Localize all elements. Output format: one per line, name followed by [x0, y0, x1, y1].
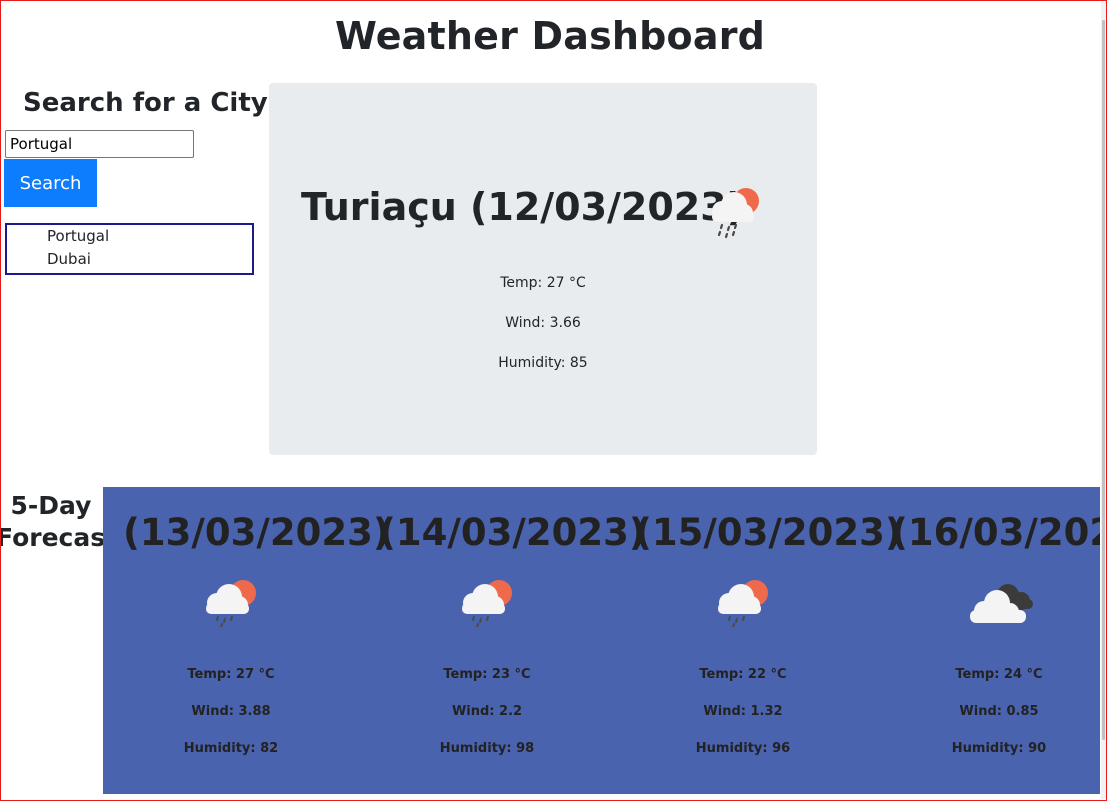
search-input[interactable]: [5, 130, 194, 158]
forecast-label-line1: 5-Day: [10, 491, 92, 520]
forecast-day-card: (14/03/2023) Temp: 23 °C Wind: 2.2 Humid…: [359, 487, 646, 794]
overcast-clouds-icon: [966, 579, 1038, 631]
page-title: Weather Dashboard: [334, 14, 766, 58]
forecast-date: (15/03/2023): [635, 511, 902, 554]
current-humidity: Humidity: 85: [498, 355, 588, 371]
forecast-date: (16/03/2023): [891, 511, 1100, 554]
forecast-wind: Wind: 1.32: [703, 704, 783, 719]
rain-sun-icon: [457, 577, 517, 631]
forecast-wind: Wind: 2.2: [451, 704, 523, 719]
scrollbar-thumb[interactable]: [1102, 20, 1105, 740]
rain-sun-icon: [713, 577, 773, 631]
search-button[interactable]: Search: [4, 159, 97, 207]
forecast-panel: (13/03/2023) Temp: 27 °C Wind: 3.88 Humi…: [103, 487, 1100, 794]
rain-sun-icon: [706, 183, 766, 247]
forecast-temp: Temp: 24 °C: [955, 667, 1043, 682]
forecast-day-card: (16/03/2023) Temp: 24 °C Wind: 0.85 Humi…: [871, 487, 1100, 794]
forecast-day-card: (15/03/2023) Temp: 22 °C Wind: 1.32 Humi…: [615, 487, 902, 794]
forecast-humidity: Humidity: 82: [183, 741, 279, 756]
current-city-title: Turiaçu (12/03/2023): [301, 185, 745, 229]
search-history-list: Portugal Dubai: [5, 223, 254, 275]
forecast-humidity: Humidity: 90: [951, 741, 1047, 756]
history-item[interactable]: Dubai: [7, 248, 252, 271]
current-temp: Temp: 27 °C: [500, 275, 586, 291]
current-weather-card: Turiaçu (12/03/2023) Temp: 27 °C Wind: 3…: [269, 83, 817, 455]
forecast-temp: Temp: 22 °C: [699, 667, 787, 682]
forecast-temp: Temp: 23 °C: [443, 667, 531, 682]
forecast-day-card: (13/03/2023) Temp: 27 °C Wind: 3.88 Humi…: [103, 487, 390, 794]
forecast-wind: Wind: 3.88: [191, 704, 271, 719]
forecast-humidity: Humidity: 96: [695, 741, 791, 756]
forecast-date: (14/03/2023): [379, 511, 646, 554]
history-item[interactable]: Portugal: [7, 225, 252, 248]
search-heading: Search for a City:: [23, 88, 279, 118]
forecast-temp: Temp: 27 °C: [187, 667, 275, 682]
rain-sun-icon: [201, 577, 261, 631]
forecast-label: 5-Day Forecast:: [0, 490, 127, 554]
current-wind: Wind: 3.66: [505, 315, 581, 331]
forecast-humidity: Humidity: 98: [439, 741, 535, 756]
forecast-wind: Wind: 0.85: [959, 704, 1039, 719]
forecast-date: (13/03/2023): [123, 511, 390, 554]
